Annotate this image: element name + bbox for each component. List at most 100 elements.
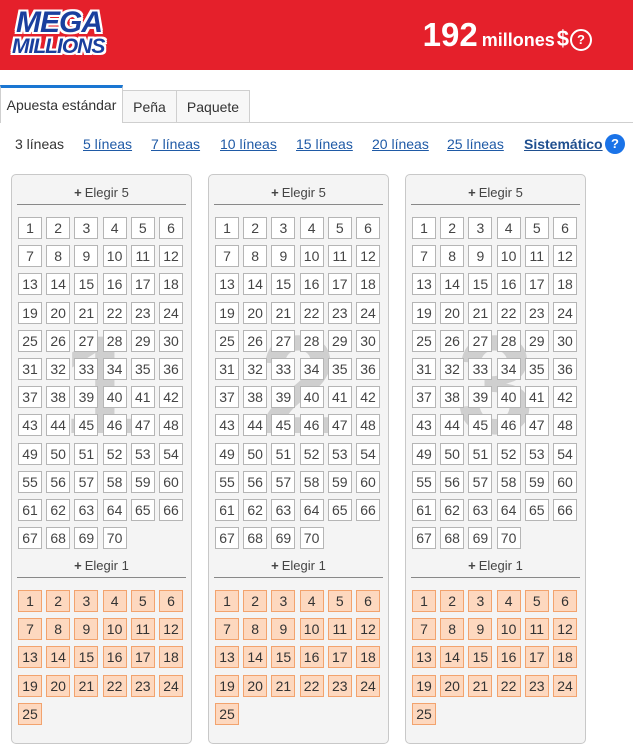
main-number-cell[interactable]: 15 bbox=[271, 273, 296, 296]
mega-ball-cell[interactable]: 16 bbox=[496, 646, 521, 669]
tab-apuesta-estandar[interactable]: Apuesta estándar bbox=[0, 85, 123, 123]
main-number-cell[interactable]: 9 bbox=[74, 245, 99, 268]
mega-ball-cell[interactable]: 19 bbox=[412, 674, 436, 697]
main-number-cell[interactable]: 31 bbox=[18, 358, 42, 380]
main-number-cell[interactable]: 48 bbox=[356, 414, 380, 437]
main-number-cell[interactable]: 68 bbox=[46, 527, 71, 550]
main-number-cell[interactable]: 37 bbox=[18, 386, 42, 409]
main-number-cell[interactable]: 18 bbox=[159, 273, 183, 296]
main-number-cell[interactable]: 66 bbox=[356, 499, 380, 521]
main-number-cell[interactable]: 40 bbox=[102, 386, 127, 409]
main-number-cell[interactable]: 12 bbox=[553, 245, 577, 268]
main-number-cell[interactable]: 66 bbox=[553, 499, 577, 521]
main-number-cell[interactable]: 67 bbox=[215, 527, 239, 550]
main-number-cell[interactable]: 14 bbox=[243, 273, 268, 296]
main-number-cell[interactable]: 11 bbox=[327, 245, 352, 268]
main-number-cell[interactable]: 56 bbox=[440, 470, 465, 493]
main-number-cell[interactable]: 7 bbox=[18, 245, 42, 268]
main-number-cell[interactable]: 37 bbox=[412, 386, 436, 409]
main-number-cell[interactable]: 35 bbox=[327, 358, 352, 380]
mega-ball-cell[interactable]: 3 bbox=[74, 590, 99, 612]
main-number-cell[interactable]: 10 bbox=[102, 245, 127, 268]
mega-ball-cell[interactable]: 11 bbox=[130, 618, 155, 641]
main-number-cell[interactable]: 25 bbox=[412, 329, 436, 352]
mega-ball-cell[interactable]: 15 bbox=[468, 646, 493, 669]
main-number-cell[interactable]: 4 bbox=[496, 217, 521, 239]
mega-ball-cell[interactable]: 6 bbox=[553, 590, 577, 612]
main-number-cell[interactable]: 27 bbox=[271, 329, 296, 352]
main-number-cell[interactable]: 39 bbox=[468, 386, 493, 409]
main-number-cell[interactable]: 48 bbox=[553, 414, 577, 437]
main-section-header[interactable]: + Elegir 5 bbox=[209, 185, 388, 200]
main-number-cell[interactable]: 70 bbox=[102, 527, 127, 550]
system-bet-link[interactable]: Sistemático bbox=[524, 136, 603, 152]
main-number-cell[interactable]: 8 bbox=[440, 245, 465, 268]
main-number-cell[interactable]: 52 bbox=[102, 442, 127, 465]
mega-ball-cell[interactable]: 12 bbox=[159, 618, 183, 641]
mega-ball-cell[interactable]: 15 bbox=[271, 646, 296, 669]
main-number-cell[interactable]: 43 bbox=[215, 414, 239, 437]
mega-ball-cell[interactable]: 7 bbox=[215, 618, 239, 641]
main-number-cell[interactable]: 48 bbox=[159, 414, 183, 437]
main-number-cell[interactable]: 45 bbox=[468, 414, 493, 437]
tab-pena[interactable]: Peña bbox=[122, 90, 177, 122]
main-number-cell[interactable]: 7 bbox=[412, 245, 436, 268]
main-number-cell[interactable]: 2 bbox=[46, 217, 71, 239]
main-number-cell[interactable]: 60 bbox=[553, 470, 577, 493]
mega-ball-cell[interactable]: 18 bbox=[553, 646, 577, 669]
mega-ball-cell[interactable]: 21 bbox=[468, 674, 493, 697]
main-number-cell[interactable]: 44 bbox=[46, 414, 71, 437]
main-number-cell[interactable]: 3 bbox=[271, 217, 296, 239]
main-number-cell[interactable]: 45 bbox=[271, 414, 296, 437]
main-number-cell[interactable]: 46 bbox=[299, 414, 324, 437]
main-number-cell[interactable]: 69 bbox=[74, 527, 99, 550]
main-number-cell[interactable]: 69 bbox=[271, 527, 296, 550]
main-number-cell[interactable]: 57 bbox=[74, 470, 99, 493]
main-number-cell[interactable]: 50 bbox=[243, 442, 268, 465]
main-number-cell[interactable]: 33 bbox=[74, 358, 99, 380]
mega-ball-cell[interactable]: 23 bbox=[327, 674, 352, 697]
mega-ball-cell[interactable]: 8 bbox=[440, 618, 465, 641]
main-number-cell[interactable]: 22 bbox=[496, 301, 521, 324]
main-number-cell[interactable]: 6 bbox=[356, 217, 380, 239]
main-number-cell[interactable]: 41 bbox=[130, 386, 155, 409]
mega-ball-cell[interactable]: 4 bbox=[102, 590, 127, 612]
main-number-cell[interactable]: 63 bbox=[74, 499, 99, 521]
mega-ball-cell[interactable]: 25 bbox=[18, 702, 42, 725]
mega-millions-logo[interactable]: MEGA MILLIONS bbox=[12, 8, 122, 58]
mega-ball-cell[interactable]: 19 bbox=[215, 674, 239, 697]
main-number-cell[interactable]: 18 bbox=[553, 273, 577, 296]
main-number-cell[interactable]: 61 bbox=[215, 499, 239, 521]
main-number-cell[interactable]: 23 bbox=[130, 301, 155, 324]
main-number-cell[interactable]: 9 bbox=[271, 245, 296, 268]
main-number-cell[interactable]: 42 bbox=[553, 386, 577, 409]
main-number-cell[interactable]: 36 bbox=[356, 358, 380, 380]
tab-paquete[interactable]: Paquete bbox=[176, 90, 250, 122]
main-number-cell[interactable]: 10 bbox=[299, 245, 324, 268]
mega-ball-cell[interactable]: 15 bbox=[74, 646, 99, 669]
main-number-cell[interactable]: 6 bbox=[159, 217, 183, 239]
main-number-cell[interactable]: 64 bbox=[496, 499, 521, 521]
main-number-cell[interactable]: 27 bbox=[74, 329, 99, 352]
mega-ball-cell[interactable]: 20 bbox=[440, 674, 465, 697]
main-number-cell[interactable]: 65 bbox=[524, 499, 549, 521]
main-number-cell[interactable]: 59 bbox=[327, 470, 352, 493]
mega-ball-cell[interactable]: 14 bbox=[46, 646, 71, 669]
lines-option-25[interactable]: 25 líneas bbox=[447, 136, 504, 152]
mega-ball-cell[interactable]: 14 bbox=[243, 646, 268, 669]
mega-ball-cell[interactable]: 7 bbox=[18, 618, 42, 641]
main-number-cell[interactable]: 8 bbox=[46, 245, 71, 268]
main-number-cell[interactable]: 59 bbox=[524, 470, 549, 493]
main-number-cell[interactable]: 8 bbox=[243, 245, 268, 268]
main-number-cell[interactable]: 46 bbox=[102, 414, 127, 437]
main-number-cell[interactable]: 16 bbox=[102, 273, 127, 296]
main-number-cell[interactable]: 14 bbox=[440, 273, 465, 296]
mega-ball-cell[interactable]: 19 bbox=[18, 674, 42, 697]
main-number-cell[interactable]: 53 bbox=[524, 442, 549, 465]
main-number-cell[interactable]: 67 bbox=[18, 527, 42, 550]
main-number-cell[interactable]: 54 bbox=[553, 442, 577, 465]
main-number-cell[interactable]: 51 bbox=[271, 442, 296, 465]
main-number-cell[interactable]: 28 bbox=[102, 329, 127, 352]
main-number-cell[interactable]: 62 bbox=[440, 499, 465, 521]
main-number-cell[interactable]: 60 bbox=[356, 470, 380, 493]
